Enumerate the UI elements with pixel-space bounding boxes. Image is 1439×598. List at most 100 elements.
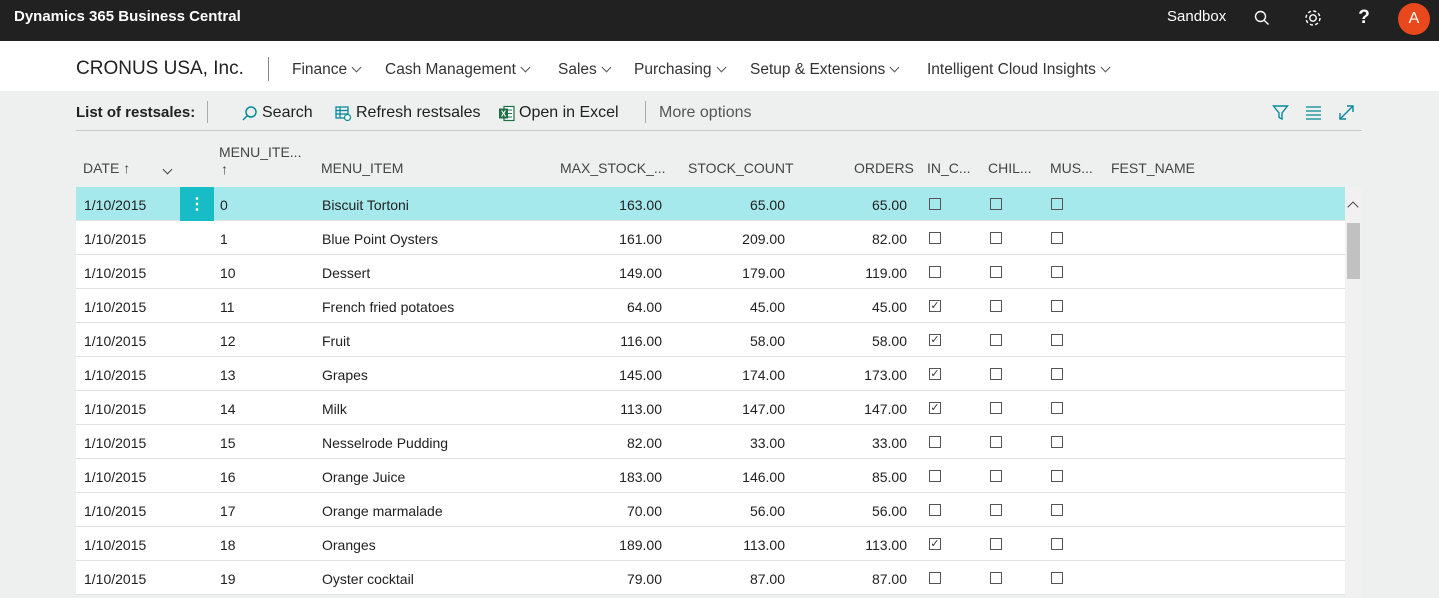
table-row[interactable]: 1/10/2015 0 Biscuit Tortoni 163.00 65.00 65.0… [76,187,1345,221]
cell-stock-count[interactable]: 45.00 [750,299,785,315]
cell-date[interactable]: 1/10/2015 [84,401,146,417]
table-row[interactable]: 1/10/2015 17 Orange marmalade 70.00 56.00 56.… [76,493,1345,527]
cell-orders[interactable]: 56.00 [872,503,907,519]
cell-orders[interactable]: 65.00 [872,197,907,213]
environment-label[interactable]: Sandbox [1167,8,1226,25]
list-view-icon[interactable] [1303,102,1323,122]
menu-cash-management[interactable]: Cash Management [385,61,531,79]
cell-stock-count[interactable]: 65.00 [750,197,785,213]
cell-orders[interactable]: 33.00 [872,435,907,451]
cell-max-stock[interactable]: 161.00 [619,231,662,247]
cell-menu-item[interactable]: Biscuit Tortoni [322,197,409,213]
column-header-date[interactable]: DATE ↑ [83,160,130,176]
cell-max-stock[interactable]: 64.00 [627,299,662,315]
checkbox-in-c[interactable] [929,436,941,448]
cell-orders[interactable]: 85.00 [872,469,907,485]
table-row[interactable]: 1/10/2015 19 Oyster cocktail 79.00 87.00 87.0… [76,561,1345,595]
cell-menu-item[interactable]: Blue Point Oysters [322,231,438,247]
cell-date[interactable]: 1/10/2015 [84,571,146,587]
checkbox-chil[interactable] [990,504,1002,516]
cell-date[interactable]: 1/10/2015 [84,469,146,485]
checkbox-mus[interactable] [1051,300,1063,312]
cell-max-stock[interactable]: 113.00 [620,401,662,417]
checkbox-chil[interactable] [990,300,1002,312]
open-in-excel-button[interactable]: X Open in Excel [497,104,619,122]
checkbox-chil[interactable] [990,334,1002,346]
cell-menu-item-no[interactable]: 11 [220,299,235,315]
table-row[interactable]: 1/10/2015 13 Grapes 145.00 174.00 173.00 ✓ [76,357,1345,391]
checkbox-mus[interactable] [1051,232,1063,244]
checkbox-chil[interactable] [990,266,1002,278]
menu-intelligent-cloud-insights[interactable]: Intelligent Cloud Insights [927,61,1111,79]
column-header-orders[interactable]: ORDERS [854,160,914,176]
column-header-fest-name[interactable]: FEST_NAME [1111,160,1195,176]
cell-menu-item[interactable]: Nesselrode Pudding [322,435,448,451]
cell-date[interactable]: 1/10/2015 [84,333,146,349]
cell-menu-item[interactable]: Fruit [322,333,350,349]
checkbox-in-c[interactable] [929,266,941,278]
cell-stock-count[interactable]: 33.00 [750,435,785,451]
vertical-scrollbar[interactable] [1345,187,1362,598]
checkbox-in-c[interactable] [929,572,941,584]
checkbox-in-c[interactable]: ✓ [929,538,941,550]
cell-date[interactable]: 1/10/2015 [84,503,146,519]
checkbox-mus[interactable] [1051,504,1063,516]
cell-menu-item-no[interactable]: 12 [220,333,236,349]
column-options-chevron[interactable] [162,160,173,176]
cell-stock-count[interactable]: 174.00 [742,367,785,383]
checkbox-mus[interactable] [1051,368,1063,380]
checkbox-in-c[interactable]: ✓ [929,402,941,414]
checkbox-chil[interactable] [990,368,1002,380]
table-row[interactable]: 1/10/2015 11 French fried potatoes 64.00 45.… [76,289,1345,323]
checkbox-mus[interactable] [1051,402,1063,414]
cell-max-stock[interactable]: 70.00 [627,503,662,519]
cell-orders[interactable]: 87.00 [872,571,907,587]
cell-stock-count[interactable]: 87.00 [750,571,785,587]
checkbox-in-c[interactable] [929,232,941,244]
cell-menu-item-no[interactable]: 10 [220,265,236,281]
cell-menu-item-no[interactable]: 17 [220,503,236,519]
checkbox-chil[interactable] [990,402,1002,414]
cell-menu-item-no[interactable]: 15 [220,435,236,451]
table-row[interactable]: 1/10/2015 10 Dessert 149.00 179.00 119.00 [76,255,1345,289]
checkbox-chil[interactable] [990,232,1002,244]
menu-setup-extensions[interactable]: Setup & Extensions [750,61,900,79]
cell-menu-item[interactable]: Oranges [322,537,376,553]
cell-date[interactable]: 1/10/2015 [84,537,146,553]
cell-menu-item-no[interactable]: 0 [220,197,228,213]
cell-menu-item-no[interactable]: 13 [220,367,236,383]
search-button[interactable]: Search [240,104,313,122]
cell-orders[interactable]: 119.00 [865,265,907,281]
checkbox-chil[interactable] [990,572,1002,584]
table-row[interactable]: 1/10/2015 12 Fruit 116.00 58.00 58.00 ✓ [76,323,1345,357]
menu-finance[interactable]: Finance [292,61,362,79]
cell-stock-count[interactable]: 113.00 [743,537,785,553]
cell-menu-item[interactable]: French fried potatoes [322,299,454,315]
cell-menu-item[interactable]: Grapes [322,367,368,383]
cell-menu-item[interactable]: Dessert [322,265,370,281]
cell-orders[interactable]: 82.00 [872,231,907,247]
checkbox-chil[interactable] [990,198,1002,210]
column-header-mus[interactable]: MUS... [1050,160,1093,176]
cell-date[interactable]: 1/10/2015 [84,197,146,213]
cell-menu-item-no[interactable]: 1 [220,231,228,247]
cell-menu-item[interactable]: Orange Juice [322,469,405,485]
cell-date[interactable]: 1/10/2015 [84,435,146,451]
table-row[interactable]: 1/10/2015 15 Nesselrode Pudding 82.00 33.00 3… [76,425,1345,459]
checkbox-mus[interactable] [1051,470,1063,482]
cell-date[interactable]: 1/10/2015 [84,231,146,247]
column-header-menu-item-no[interactable]: MENU_ITE... [219,144,301,160]
checkbox-mus[interactable] [1051,572,1063,584]
cell-max-stock[interactable]: 189.00 [619,537,662,553]
cell-max-stock[interactable]: 163.00 [619,197,662,213]
checkbox-in-c[interactable]: ✓ [929,300,941,312]
menu-sales[interactable]: Sales [558,61,612,79]
checkbox-in-c[interactable]: ✓ [929,334,941,346]
app-title[interactable]: Dynamics 365 Business Central [14,8,241,25]
cell-stock-count[interactable]: 58.00 [750,333,785,349]
cell-date[interactable]: 1/10/2015 [84,367,146,383]
checkbox-mus[interactable] [1051,266,1063,278]
scrollbar-thumb[interactable] [1347,223,1360,279]
expand-icon[interactable] [1336,102,1356,122]
scroll-up-icon[interactable] [1347,201,1359,213]
